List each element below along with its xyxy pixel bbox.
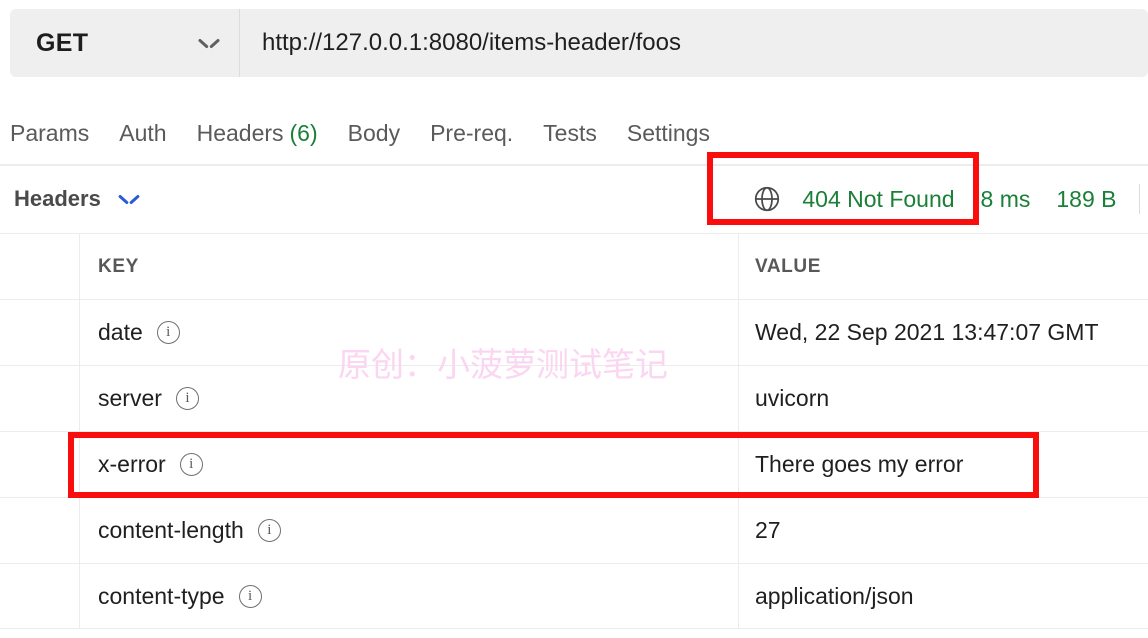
table-row[interactable]: date i Wed, 22 Sep 2021 13:47:07 GMT — [0, 299, 1148, 365]
table-header-row: KEY VALUE — [0, 233, 1148, 299]
column-header-value: VALUE — [755, 255, 821, 277]
table-row[interactable]: x-error i There goes my error — [0, 431, 1148, 497]
row-gutter — [0, 300, 80, 365]
tab-settings[interactable]: Settings — [626, 119, 732, 146]
tab-headers-label: Headers — [196, 119, 284, 146]
request-url-bar: GET http://127.0.0.1:8080/items-header/f… — [10, 9, 1148, 77]
tab-tests-label: Tests — [543, 119, 597, 146]
chevron-down-icon[interactable] — [119, 193, 139, 205]
table-row[interactable]: server i uvicorn — [0, 365, 1148, 431]
response-time: 8 ms — [980, 185, 1031, 212]
header-value-label: Wed, 22 Sep 2021 13:47:07 GMT — [755, 319, 1099, 345]
status-divider — [1138, 184, 1140, 214]
header-value-label: There goes my error — [755, 451, 964, 477]
tab-headers[interactable]: Headers (6) — [196, 119, 340, 146]
info-icon[interactable]: i — [179, 453, 203, 476]
info-icon[interactable]: i — [257, 519, 281, 542]
header-key-cell: content-length i — [80, 498, 739, 563]
http-method-label: GET — [36, 28, 89, 57]
response-size: 189 B — [1056, 185, 1117, 212]
header-key-cell: x-error i — [80, 432, 739, 497]
header-value-cell: uvicorn — [739, 366, 1148, 431]
header-key-cell: content-type i — [80, 564, 739, 628]
info-icon[interactable]: i — [175, 387, 199, 410]
column-header-key: KEY — [80, 234, 739, 299]
api-client-response-panel: GET http://127.0.0.1:8080/items-header/f… — [0, 0, 1148, 638]
tab-prereq[interactable]: Pre-req. — [430, 119, 535, 146]
response-summary-bar: Headers 404 Not Found 8 ms 189 B — [0, 166, 1148, 232]
http-method-select[interactable]: GET — [10, 9, 239, 77]
header-key-label: date — [98, 319, 143, 345]
row-gutter — [0, 564, 80, 628]
header-value-label: uvicorn — [755, 385, 830, 411]
header-key-label: x-error — [98, 451, 166, 477]
tab-params-label: Params — [10, 119, 90, 146]
header-key-label: server — [98, 385, 162, 411]
row-gutter — [0, 432, 80, 497]
row-gutter — [0, 234, 80, 299]
response-headers-toggle[interactable]: Headers — [14, 166, 139, 232]
header-value-cell: There goes my error — [739, 432, 1148, 497]
response-status-group: 404 Not Found 8 ms 189 B — [752, 166, 1140, 232]
tab-auth[interactable]: Auth — [119, 119, 188, 146]
globe-icon — [752, 184, 782, 214]
tab-body[interactable]: Body — [347, 119, 422, 146]
info-icon[interactable]: i — [156, 321, 180, 344]
request-tabs: Params Auth Headers (6) Body Pre-req. Tes… — [10, 108, 740, 158]
header-key-cell: date i — [80, 300, 739, 365]
header-value-cell: 27 — [739, 498, 1148, 563]
row-gutter — [0, 498, 80, 563]
chevron-down-icon — [199, 37, 219, 49]
header-value-cell: Wed, 22 Sep 2021 13:47:07 GMT — [739, 300, 1148, 365]
tab-settings-label: Settings — [626, 119, 710, 146]
status-badge: 404 Not Found — [802, 185, 955, 212]
response-headers-table: KEY VALUE date i Wed, 22 Sep 2021 13:47:… — [0, 233, 1148, 629]
tab-auth-label: Auth — [119, 119, 167, 146]
url-input[interactable]: http://127.0.0.1:8080/items-header/foos — [239, 9, 1148, 77]
header-value-label: 27 — [755, 517, 781, 543]
info-icon[interactable]: i — [238, 584, 262, 608]
tab-headers-count: (6) — [289, 119, 318, 146]
row-gutter — [0, 366, 80, 431]
header-value-cell: application/json — [739, 564, 1148, 628]
header-key-label: content-length — [98, 517, 244, 543]
header-value-label: application/json — [755, 582, 914, 609]
header-key-cell: server i — [80, 366, 739, 431]
header-key-label: content-type — [98, 582, 225, 609]
tab-body-label: Body — [347, 119, 401, 146]
table-row[interactable]: content-length i 27 — [0, 497, 1148, 563]
tab-prereq-label: Pre-req. — [430, 119, 514, 146]
table-row[interactable]: content-type i application/json — [0, 563, 1148, 629]
tab-tests[interactable]: Tests — [543, 119, 619, 146]
tab-params[interactable]: Params — [10, 119, 111, 146]
response-section-title: Headers — [14, 186, 101, 211]
